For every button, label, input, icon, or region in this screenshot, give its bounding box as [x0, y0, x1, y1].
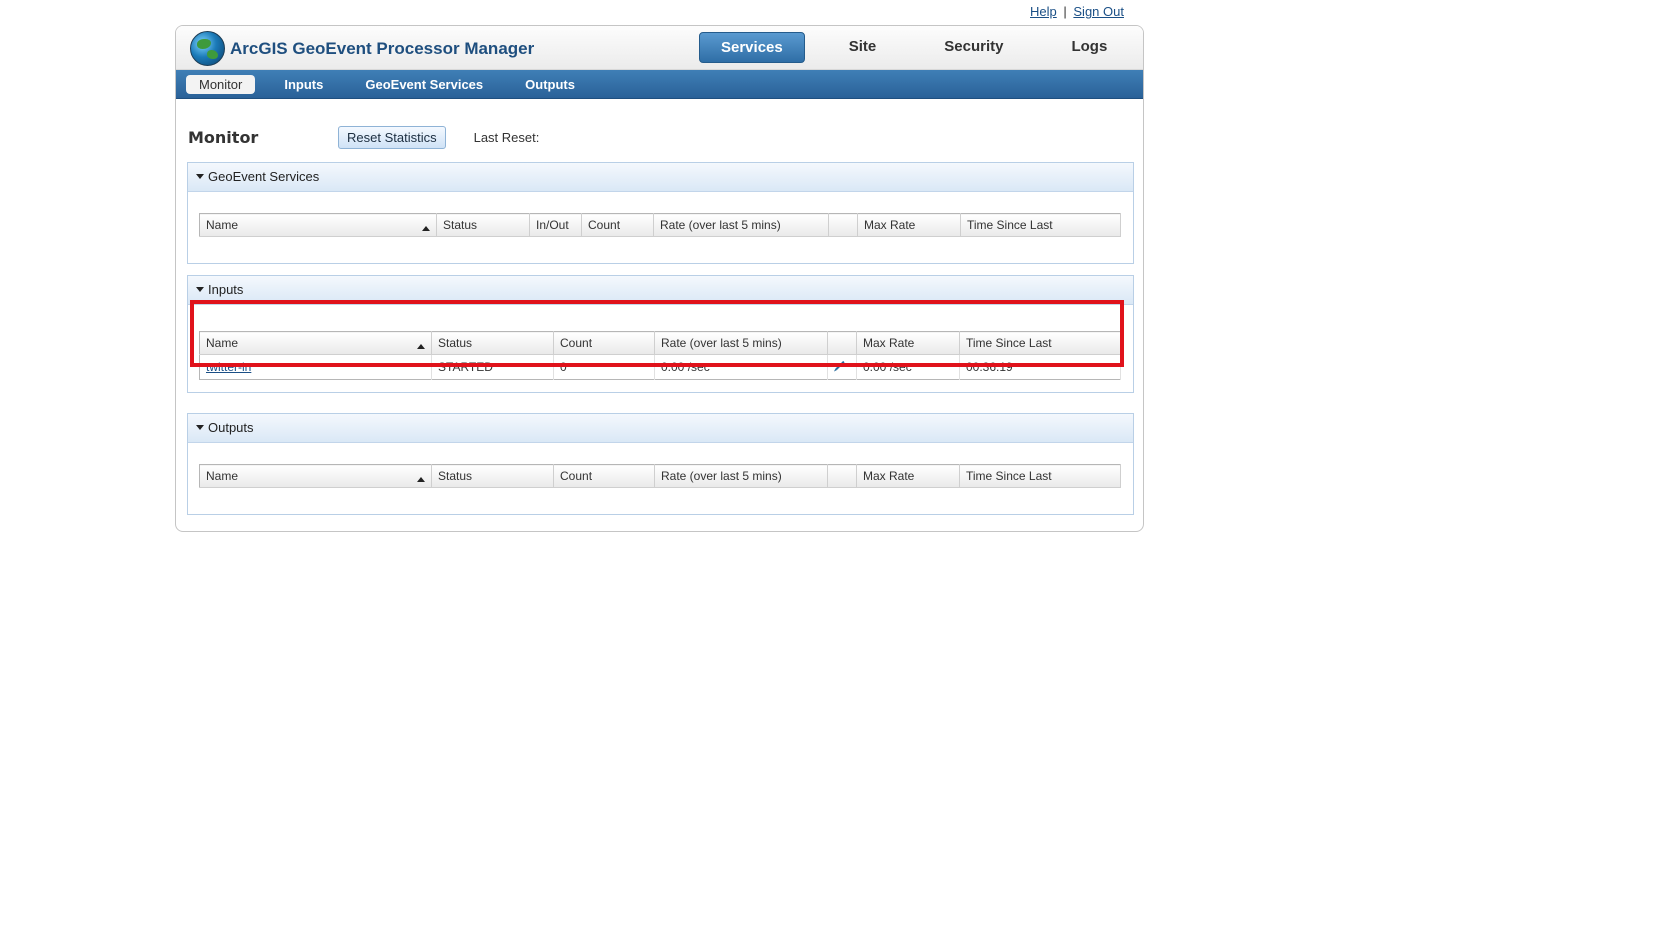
column-header-count[interactable]: Count — [581, 213, 654, 237]
geoevent-services-panel-header[interactable]: GeoEvent Services — [188, 163, 1133, 192]
nav-logs[interactable]: Logs — [1051, 32, 1127, 61]
subnav-outputs[interactable]: Outputs — [512, 75, 588, 94]
collapse-triangle-icon — [196, 287, 204, 292]
panel-title: Outputs — [208, 420, 254, 435]
app-title: ArcGIS GeoEvent Processor Manager — [230, 39, 535, 58]
sub-nav: Monitor Inputs GeoEvent Services Outputs — [176, 70, 1143, 99]
top-nav: Services Site Security Logs — [699, 32, 1143, 63]
column-header-rate[interactable]: Rate (over last 5 mins) — [654, 464, 828, 488]
link-separator: | — [1063, 4, 1067, 19]
geoevent-services-panel: GeoEvent Services Name Status In/Out Cou… — [187, 162, 1134, 264]
help-link[interactable]: Help — [1030, 4, 1057, 19]
page-title: Monitor — [188, 128, 259, 147]
monitor-toolbar: Monitor Reset Statistics Last Reset: — [188, 126, 539, 149]
subnav-geoevent-services[interactable]: GeoEvent Services — [352, 75, 496, 94]
arcgis-globe-logo-icon — [190, 31, 225, 66]
column-header-rate[interactable]: Rate (over last 5 mins) — [653, 213, 829, 237]
column-header-max-rate[interactable]: Max Rate — [857, 213, 961, 237]
collapse-triangle-icon — [196, 174, 204, 179]
column-header-max-rate[interactable]: Max Rate — [856, 464, 960, 488]
column-header-status[interactable]: Status — [431, 464, 554, 488]
column-header-edit — [827, 464, 857, 488]
column-header-time-since-last[interactable]: Time Since Last — [959, 464, 1121, 488]
app-header: ArcGIS GeoEvent Processor Manager Servic… — [176, 26, 1143, 70]
column-header-name[interactable]: Name — [199, 464, 432, 488]
nav-site[interactable]: Site — [829, 32, 897, 61]
column-header-status[interactable]: Status — [436, 213, 530, 237]
column-header-count[interactable]: Count — [553, 464, 655, 488]
nav-services[interactable]: Services — [699, 32, 805, 63]
column-header-name[interactable]: Name — [199, 213, 437, 237]
outputs-panel-header[interactable]: Outputs — [188, 414, 1133, 443]
sort-ascending-icon — [417, 477, 425, 482]
column-header-edit — [828, 213, 858, 237]
reset-statistics-button[interactable]: Reset Statistics — [338, 126, 446, 149]
top-links: Help | Sign Out — [1030, 4, 1124, 19]
manager-window: ArcGIS GeoEvent Processor Manager Servic… — [175, 25, 1144, 532]
table-header-row: Name Status In/Out Count Rate (over last… — [199, 213, 1121, 237]
outputs-panel: Outputs Name Status Count Rate (over las… — [187, 413, 1134, 515]
sign-out-link[interactable]: Sign Out — [1073, 4, 1124, 19]
panel-title: GeoEvent Services — [208, 169, 320, 184]
column-header-in-out[interactable]: In/Out — [529, 213, 582, 237]
last-reset-label: Last Reset: — [473, 130, 540, 145]
subnav-monitor[interactable]: Monitor — [186, 74, 256, 94]
outputs-table: Name Status Count Rate (over last 5 mins… — [199, 464, 1121, 488]
table-header-row: Name Status Count Rate (over last 5 mins… — [199, 464, 1121, 488]
highlight-box — [190, 300, 1124, 367]
subnav-inputs[interactable]: Inputs — [271, 75, 336, 94]
collapse-triangle-icon — [196, 425, 204, 430]
sort-ascending-icon — [422, 226, 430, 231]
geoevent-services-table: Name Status In/Out Count Rate (over last… — [199, 213, 1121, 237]
nav-security[interactable]: Security — [924, 32, 1023, 61]
panel-title: Inputs — [208, 282, 244, 297]
column-header-time-since-last[interactable]: Time Since Last — [960, 213, 1121, 237]
